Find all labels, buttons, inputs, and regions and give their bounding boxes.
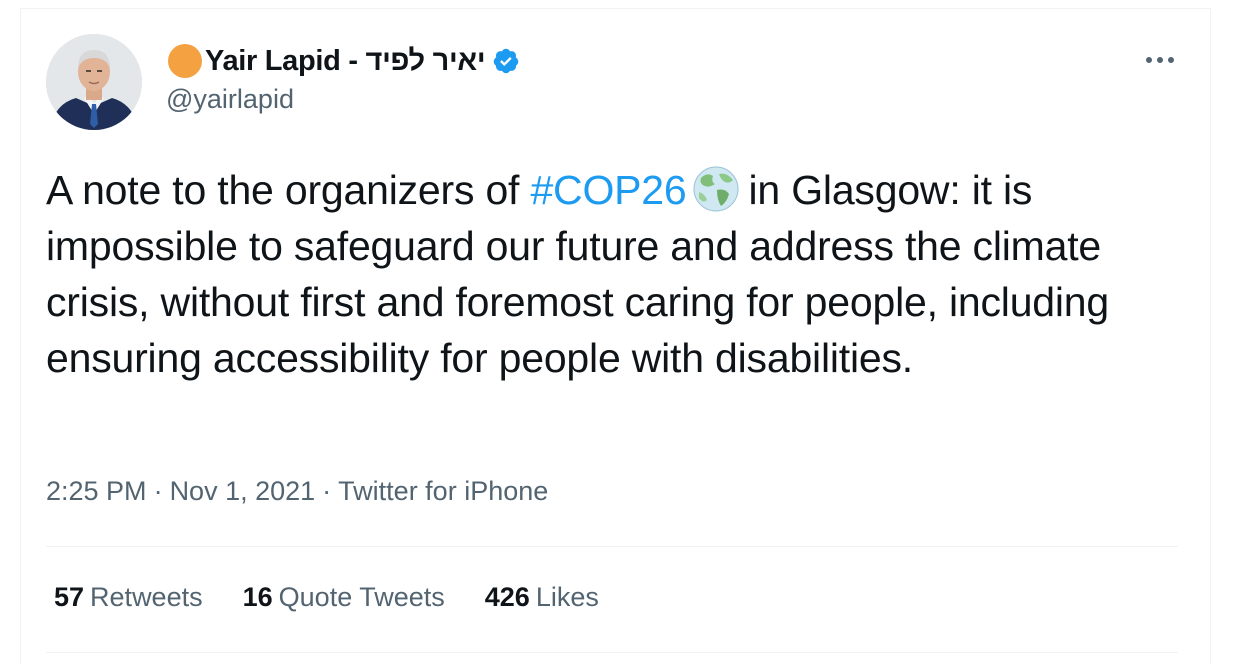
globe-emoji-icon	[693, 166, 739, 212]
tweet-source[interactable]: Twitter for iPhone	[338, 476, 548, 506]
retweets-count: 57	[54, 582, 85, 612]
avatar[interactable]	[46, 34, 142, 130]
more-dots-icon	[1146, 57, 1174, 63]
tweet-stats: 57 Retweets 16 Quote Tweets 426 Likes	[54, 582, 639, 613]
tweet-time[interactable]: 2:25 PM	[46, 476, 147, 506]
verified-badge-icon	[494, 48, 519, 74]
meta-separator: ·	[322, 476, 332, 506]
status-dot-icon	[168, 44, 202, 78]
more-options-button[interactable]	[1140, 46, 1180, 74]
author-display-name[interactable]: Yair Lapid - יאיר לפיד	[205, 45, 486, 78]
retweets-stat[interactable]: 57 Retweets	[54, 582, 203, 613]
hashtag-link[interactable]: #COP26	[530, 167, 686, 213]
card-border-top	[20, 8, 1210, 9]
author-handle[interactable]: @yairlapid	[166, 84, 294, 115]
tweet-text-part-1: A note to the organizers of	[46, 167, 531, 213]
meta-separator: ·	[153, 476, 163, 506]
card-border-right	[1210, 8, 1211, 664]
card-border-left	[20, 8, 21, 664]
tweet-text: A note to the organizers of #COP26 in Gl…	[46, 162, 1196, 386]
quotes-label: Quote Tweets	[278, 582, 445, 612]
likes-stat[interactable]: 426 Likes	[485, 582, 599, 613]
likes-label: Likes	[535, 582, 599, 612]
likes-count: 426	[484, 582, 530, 612]
divider	[46, 546, 1178, 547]
quote-tweets-stat[interactable]: 16 Quote Tweets	[243, 582, 445, 613]
retweets-label: Retweets	[90, 582, 203, 612]
author-name-row[interactable]: Yair Lapid - יאיר לפיד	[168, 42, 520, 80]
tweet-date[interactable]: Nov 1, 2021	[170, 476, 316, 506]
quotes-count: 16	[242, 582, 273, 612]
tweet-meta: 2:25 PM · Nov 1, 2021 · Twitter for iPhone	[46, 476, 548, 507]
divider	[46, 652, 1178, 653]
